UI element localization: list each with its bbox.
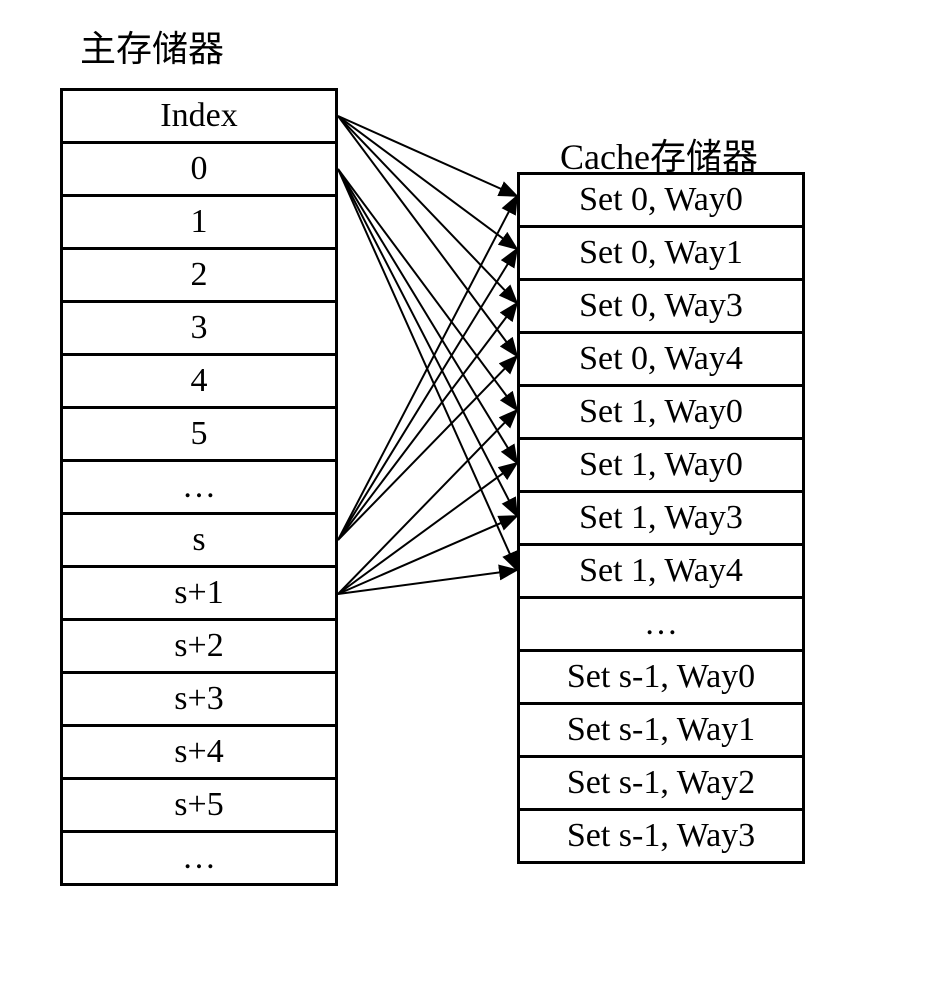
main-memory-cell: … [63, 833, 335, 886]
main-memory-cell: 2 [63, 250, 335, 303]
cache-cell: Set 1, Way4 [520, 546, 802, 599]
cache-cell: Set 0, Way4 [520, 334, 802, 387]
cache-cell: Set 1, Way3 [520, 493, 802, 546]
cache-cell: Set 0, Way3 [520, 281, 802, 334]
cache-cell: Set 0, Way0 [520, 175, 802, 228]
main-memory-title: 主存储器 [80, 20, 224, 72]
main-memory-cell: s+3 [63, 674, 335, 727]
main-memory-cell: s [63, 515, 335, 568]
main-memory-cell: 5 [63, 409, 335, 462]
cache-cell: Set s-1, Way3 [520, 811, 802, 864]
main-memory-cell: 4 [63, 356, 335, 409]
main-memory-cell: s+5 [63, 780, 335, 833]
main-memory-cell: 3 [63, 303, 335, 356]
main-memory-cell: 0 [63, 144, 335, 197]
cache-cell: … [520, 599, 802, 652]
cache-cell: Set s-1, Way0 [520, 652, 802, 705]
cache-table: Set 0, Way0 Set 0, Way1 Set 0, Way3 Set … [517, 172, 805, 864]
main-memory-cell: Index [63, 91, 335, 144]
main-memory-cell: s+1 [63, 568, 335, 621]
cache-cell: Set s-1, Way1 [520, 705, 802, 758]
main-memory-table: Index 0 1 2 3 4 5 … s s+1 s+2 s+3 s+4 s+… [60, 88, 338, 886]
main-memory-cell: 1 [63, 197, 335, 250]
cache-cell: Set s-1, Way2 [520, 758, 802, 811]
cache-cell: Set 1, Way0 [520, 387, 802, 440]
main-memory-cell: s+2 [63, 621, 335, 674]
main-memory-cell: … [63, 462, 335, 515]
main-memory-cell: s+4 [63, 727, 335, 780]
cache-cell: Set 1, Way0 [520, 440, 802, 493]
cache-cell: Set 0, Way1 [520, 228, 802, 281]
